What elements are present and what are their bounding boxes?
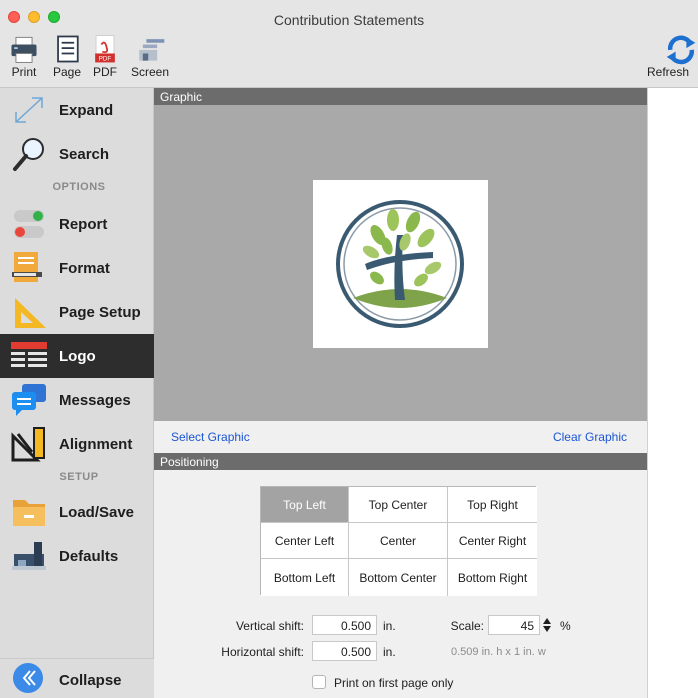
sidebar-item-search[interactable]: Search <box>0 132 154 176</box>
scale-input[interactable]: 45 <box>488 615 540 635</box>
search-icon <box>13 138 44 171</box>
sidebar-item-logo[interactable]: Logo <box>0 334 154 378</box>
first-page-only-label: Print on first page only <box>334 676 454 690</box>
tree-cross-logo-icon <box>336 200 464 328</box>
window-title: Contribution Statements <box>273 12 425 28</box>
positioning-section-header: Positioning <box>154 453 647 470</box>
position-bottom-right[interactable]: Bottom Right <box>448 559 537 596</box>
screen-label: Screen <box>130 65 170 79</box>
sidebar-section-setup: SETUP <box>59 471 99 483</box>
refresh-icon <box>666 35 696 65</box>
sidebar-label-expand: Expand <box>59 102 114 119</box>
position-bottom-center[interactable]: Bottom Center <box>349 559 448 596</box>
sidebar-item-collapse[interactable]: Collapse <box>0 656 154 696</box>
logo-image <box>313 180 488 348</box>
clear-graphic-link[interactable]: Clear Graphic <box>553 430 627 444</box>
ruler-pencil-icon <box>11 427 45 462</box>
page-label: Page <box>52 65 82 79</box>
sidebar-item-report[interactable]: Report <box>0 202 154 246</box>
sidebar-item-alignment[interactable]: Alignment <box>0 422 154 466</box>
right-pane <box>647 88 698 698</box>
sidebar-item-format[interactable]: Format <box>0 246 154 290</box>
graphic-preview-area <box>154 105 647 421</box>
horizontal-shift-unit: in. <box>383 645 396 659</box>
sidebar-item-messages[interactable]: Messages <box>0 378 154 422</box>
print-label: Print <box>11 65 37 79</box>
main-panel: Graphic Select Graphic Clear Graphic Pos… <box>154 88 647 698</box>
sidebar-label-messages: Messages <box>59 392 131 409</box>
page-button[interactable]: Page <box>50 28 84 86</box>
scale-unit: % <box>560 619 571 633</box>
printer-icon <box>11 36 37 63</box>
logo-layout-icon <box>11 342 47 367</box>
position-center[interactable]: Center <box>349 523 448 559</box>
folder-icon <box>13 500 45 526</box>
vertical-shift-input[interactable]: 0.500 <box>312 615 377 635</box>
pdf-icon: PDF <box>95 35 115 63</box>
screen-button[interactable]: Screen <box>122 28 178 86</box>
horizontal-shift-input[interactable]: 0.500 <box>312 641 377 661</box>
position-top-center[interactable]: Top Center <box>349 487 448 523</box>
position-center-right[interactable]: Center Right <box>448 523 537 559</box>
sidebar-section-options: OPTIONS <box>52 181 106 193</box>
factory-icon <box>12 542 46 570</box>
set-square-icon <box>15 298 46 328</box>
first-page-only-checkbox[interactable] <box>312 675 326 689</box>
messages-icon <box>12 384 46 416</box>
toolbar: Print Page PDF PDF Screen Refresh <box>0 28 698 88</box>
sidebar-collapse-bar: Collapse <box>0 658 154 698</box>
graphic-section-header: Graphic <box>154 88 647 105</box>
sidebar-label-report: Report <box>59 216 108 233</box>
vertical-shift-unit: in. <box>383 619 396 633</box>
sidebar-label-load-save: Load/Save <box>59 504 135 521</box>
position-top-right[interactable]: Top Right <box>448 487 537 523</box>
position-top-left[interactable]: Top Left <box>261 487 349 523</box>
sidebar-item-expand[interactable]: Expand <box>0 88 154 132</box>
sidebar-label-page-setup: Page Setup <box>59 304 141 321</box>
sidebar-label-format: Format <box>59 260 110 277</box>
position-grid: Top Left Top Center Top Right Center Lef… <box>260 486 537 596</box>
sidebar-label-search: Search <box>59 146 110 163</box>
position-center-left[interactable]: Center Left <box>261 523 349 559</box>
app-window: Contribution Statements Print Page PDF P… <box>0 0 698 698</box>
format-icon <box>12 252 42 282</box>
pdf-badge-text: PDF <box>99 56 112 63</box>
size-hint: 0.509 in. h x 1 in. w <box>451 646 546 658</box>
vertical-shift-label: Vertical shift: <box>235 619 304 633</box>
refresh-button[interactable]: Refresh <box>647 28 698 86</box>
expand-icon <box>15 97 43 123</box>
sidebar-item-page-setup[interactable]: Page Setup <box>0 290 154 334</box>
scale-label: Scale: <box>450 619 484 633</box>
print-button[interactable]: Print <box>7 28 41 86</box>
screen-icon <box>139 39 165 61</box>
collapse-chevron-icon <box>13 663 43 693</box>
refresh-label: Refresh <box>647 65 690 79</box>
position-bottom-left[interactable]: Bottom Left <box>261 559 349 596</box>
scale-stepper-icon[interactable] <box>542 617 552 633</box>
pdf-label: PDF <box>93 65 117 79</box>
select-graphic-link[interactable]: Select Graphic <box>171 430 250 444</box>
toggle-switches-icon <box>14 210 44 238</box>
sidebar-label-alignment: Alignment <box>59 436 133 453</box>
pdf-button[interactable]: PDF PDF <box>90 28 120 86</box>
sidebar-label-defaults: Defaults <box>59 548 119 565</box>
sidebar-item-defaults[interactable]: Defaults <box>0 534 154 578</box>
sidebar-label-logo: Logo <box>59 348 96 365</box>
sidebar-item-load-save[interactable]: Load/Save <box>0 490 154 534</box>
page-icon <box>57 35 79 63</box>
horizontal-shift-label: Horizontal shift: <box>221 645 304 659</box>
sidebar: Expand Search OPTIONS Report Format Page… <box>0 88 154 698</box>
sidebar-label-collapse: Collapse <box>59 672 122 689</box>
